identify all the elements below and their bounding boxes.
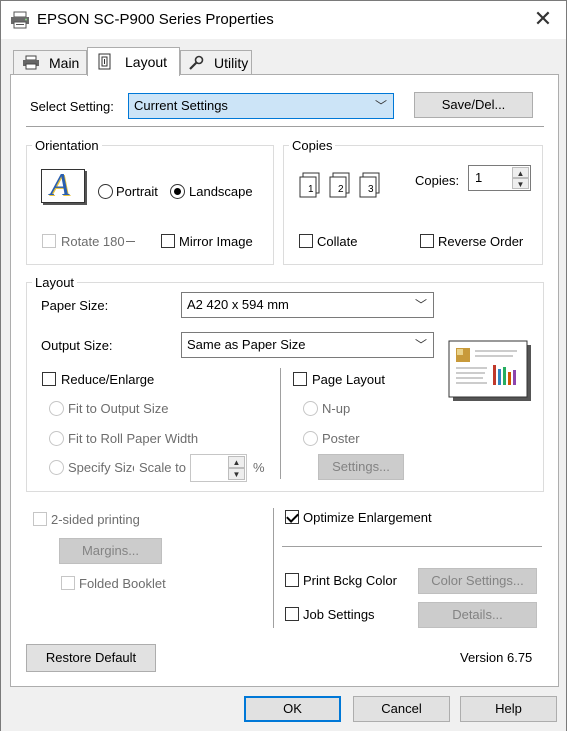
copies-value: 1 — [475, 170, 483, 185]
chevron-down-icon: ﹀ — [414, 338, 427, 352]
page-layout-checkbox[interactable] — [293, 372, 307, 386]
copies-label: Copies: — [415, 173, 460, 188]
job-settings-label: Job Settings — [303, 607, 375, 622]
settings-button[interactable]: Settings... — [318, 454, 404, 480]
tab-main[interactable]: Main — [13, 50, 87, 74]
collate-label: Collate — [317, 234, 358, 249]
printer-app-icon — [10, 10, 30, 33]
tab-main-label: Main — [49, 55, 80, 71]
layout-vertical-divider — [280, 368, 281, 479]
properties-window: EPSON SC-P900 Series Properties ✕ Main L… — [0, 0, 567, 731]
title-bar: EPSON SC-P900 Series Properties ✕ — [1, 1, 566, 39]
collate-checkbox[interactable] — [299, 234, 313, 248]
optimize-enlargement-checkbox[interactable] — [285, 510, 299, 524]
reduce-enlarge-label: Reduce/Enlarge — [61, 372, 155, 387]
scale-up-icon[interactable]: ▲ — [228, 456, 245, 468]
output-size-dropdown[interactable]: Same as Paper Size ﹀ — [181, 332, 434, 358]
portrait-label: Portrait — [116, 184, 158, 199]
fit-output-size-label: Fit to Output Size — [68, 401, 169, 416]
tab-layout[interactable]: Layout — [87, 47, 180, 76]
stack-digit-3: 3 — [368, 184, 374, 195]
mirror-image-checkbox[interactable] — [161, 234, 175, 248]
reverse-order-label: Reverse Order — [438, 234, 524, 249]
poster-label: Poster — [322, 431, 360, 446]
margins-button[interactable]: Margins... — [59, 538, 162, 564]
chevron-down-icon: ﹀ — [374, 99, 387, 113]
tab-utility-label: Utility — [214, 55, 249, 71]
scale-stepper[interactable]: ▲ ▼ — [190, 454, 247, 482]
scale-down-icon[interactable]: ▼ — [228, 468, 245, 480]
stack-digit-2: 2 — [338, 184, 344, 195]
rotate-180-checkbox[interactable] — [42, 234, 56, 248]
folded-booklet-checkbox[interactable] — [61, 576, 75, 590]
job-settings-checkbox[interactable] — [285, 607, 299, 621]
copies-stepper[interactable]: 1 ▲ ▼ — [468, 165, 531, 191]
page-layout-label: Page Layout — [312, 372, 386, 387]
folded-booklet-label: Folded Booklet — [79, 576, 166, 591]
landscape-label: Landscape — [189, 184, 253, 199]
orientation-preview-icon: A — [41, 166, 85, 203]
portrait-radio[interactable] — [98, 184, 113, 199]
right-horizontal-divider — [282, 546, 542, 547]
paper-size-value: A2 420 x 594 mm — [187, 297, 289, 312]
fit-output-size-radio[interactable] — [49, 401, 64, 416]
select-setting-value: Current Settings — [134, 98, 228, 113]
collate-stack-icon: 1 2 3 — [299, 171, 391, 204]
stack-digit-1: 1 — [308, 184, 314, 195]
tab-utility[interactable]: Utility — [180, 50, 252, 74]
mirror-image-label: Mirror Image — [179, 234, 253, 249]
paper-size-dropdown[interactable]: A2 420 x 594 mm ﹀ — [181, 292, 434, 318]
restore-default-button[interactable]: Restore Default — [26, 644, 156, 672]
scale-to-label: Scale to — [139, 460, 186, 475]
top-divider — [26, 126, 544, 127]
specify-size-radio[interactable] — [49, 460, 64, 475]
save-del-button[interactable]: Save/Del... — [414, 92, 533, 118]
orientation-group-label: Orientation — [32, 138, 102, 153]
n-up-label: N-up — [322, 401, 351, 416]
version-label: Version 6.75 — [460, 650, 533, 665]
fit-roll-width-label: Fit to Roll Paper Width — [68, 431, 199, 446]
reduce-enlarge-checkbox[interactable] — [42, 372, 56, 386]
output-size-label: Output Size: — [41, 338, 113, 353]
close-icon: ✕ — [533, 6, 553, 31]
color-settings-button[interactable]: Color Settings... — [418, 568, 537, 594]
bottom-vertical-divider — [273, 508, 274, 628]
n-up-radio[interactable] — [303, 401, 318, 416]
landscape-radio[interactable] — [170, 184, 185, 199]
copies-down-icon[interactable]: ▼ — [512, 178, 529, 189]
copies-up-icon[interactable]: ▲ — [512, 167, 529, 178]
print-bckg-color-label: Print Bckg Color — [303, 573, 397, 588]
paper-preview-icon — [447, 339, 533, 406]
help-button[interactable]: Help — [460, 696, 557, 722]
two-sided-checkbox[interactable] — [33, 512, 47, 526]
output-size-value: Same as Paper Size — [187, 337, 306, 352]
poster-radio[interactable] — [303, 431, 318, 446]
wrench-icon — [187, 55, 205, 74]
rotate-180-label: Rotate 180 — [61, 234, 135, 249]
printer-icon — [22, 55, 40, 74]
two-sided-label: 2-sided printing — [51, 512, 140, 527]
page-layout-icon — [96, 53, 114, 74]
cancel-button[interactable]: Cancel — [353, 696, 450, 722]
copies-group-label: Copies — [289, 138, 336, 153]
window-title: EPSON SC-P900 Series Properties — [37, 11, 274, 28]
specify-size-label: Specify Size — [68, 460, 134, 475]
select-setting-label: Select Setting: — [30, 99, 114, 114]
select-setting-dropdown[interactable]: Current Settings ﹀ — [128, 93, 394, 119]
optimize-enlargement-label: Optimize Enlargement — [303, 510, 432, 525]
paper-size-label: Paper Size: — [41, 298, 109, 313]
reverse-order-checkbox[interactable] — [420, 234, 434, 248]
print-bckg-color-checkbox[interactable] — [285, 573, 299, 587]
layout-group-label: Layout — [32, 275, 78, 290]
orientation-preview-letter: A — [50, 166, 70, 202]
details-button[interactable]: Details... — [418, 602, 537, 628]
fit-roll-width-radio[interactable] — [49, 431, 64, 446]
ok-button[interactable]: OK — [244, 696, 341, 722]
percent-label: % — [253, 460, 265, 475]
chevron-down-icon: ﹀ — [414, 298, 427, 312]
tab-layout-label: Layout — [125, 54, 168, 70]
close-button[interactable]: ✕ — [530, 7, 556, 33]
